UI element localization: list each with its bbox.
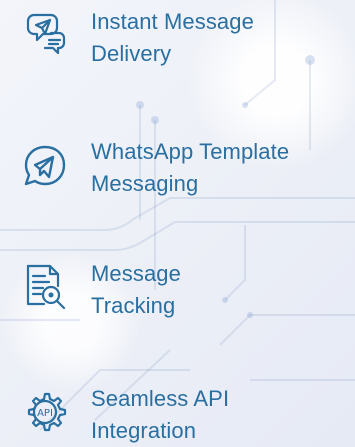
- feature-title-line-2: Delivery: [91, 41, 172, 66]
- api-gear-icon: API: [17, 384, 73, 440]
- document-search-icon: [17, 259, 73, 315]
- feature-whatsapp-template-messaging: WhatsApp Template Messaging: [0, 136, 355, 206]
- feature-title: Message Tracking: [91, 258, 346, 322]
- feature-title-line-2: Messaging: [91, 171, 199, 196]
- feature-seamless-api-integration: API Seamless API Integration: [0, 383, 355, 447]
- chat-send-icon: [17, 4, 73, 60]
- whatsapp-telegram-icon: [17, 138, 73, 194]
- feature-title-line-1: WhatsApp Template: [91, 139, 290, 164]
- feature-title: Instant Message Delivery: [91, 6, 346, 70]
- feature-title-line-2: Tracking: [91, 293, 176, 318]
- svg-text:API: API: [37, 408, 53, 419]
- feature-title-line-2: Integration: [91, 418, 197, 443]
- feature-message-tracking: Message Tracking: [0, 258, 355, 328]
- feature-instant-message-delivery: Instant Message Delivery: [0, 6, 355, 76]
- feature-title: WhatsApp Template Messaging: [91, 136, 346, 200]
- feature-title: Seamless API Integration: [91, 383, 346, 447]
- feature-title-line-1: Message: [91, 261, 181, 286]
- feature-title-line-1: Instant Message: [91, 9, 254, 34]
- feature-title-line-1: Seamless API: [91, 386, 230, 411]
